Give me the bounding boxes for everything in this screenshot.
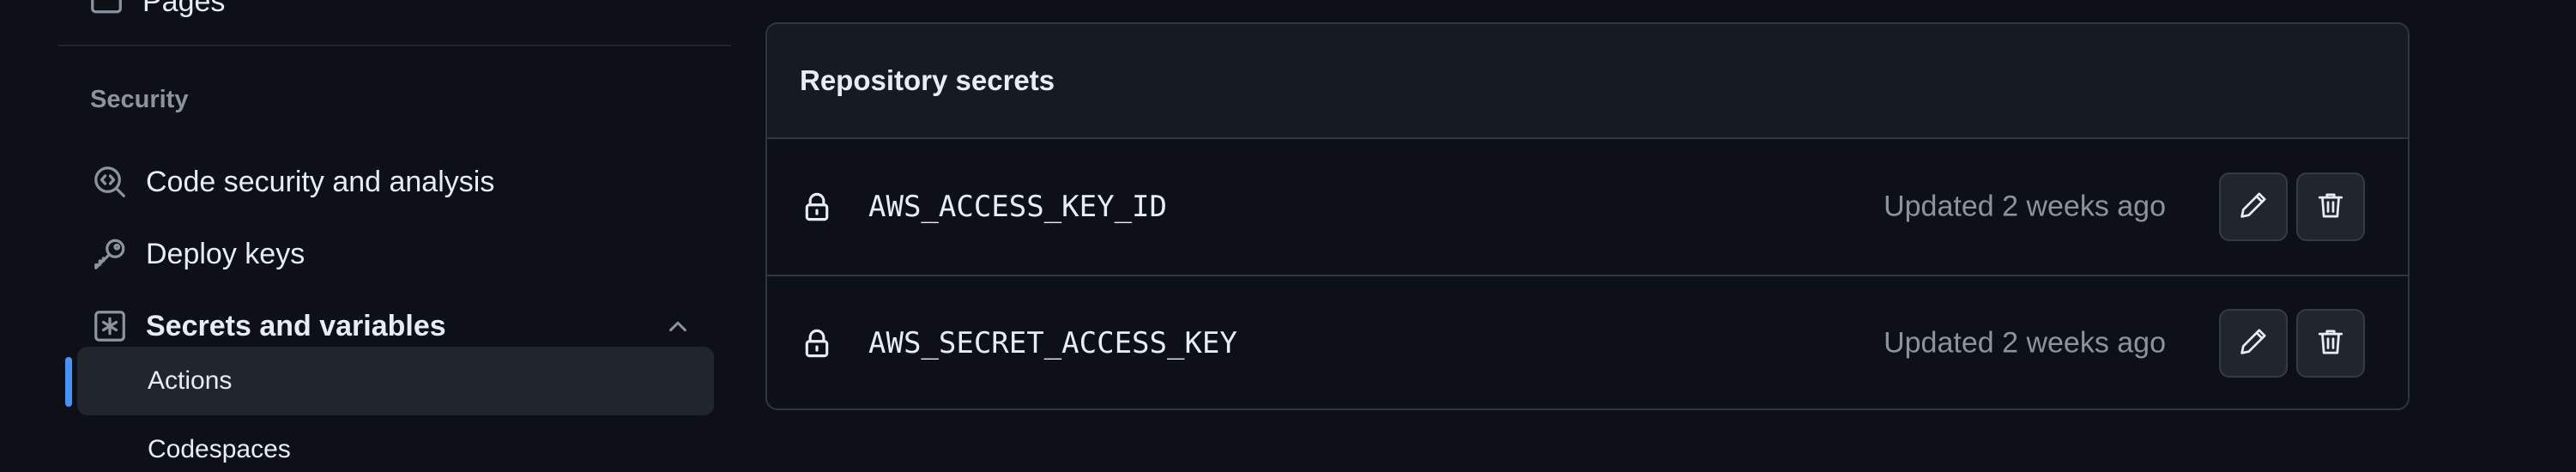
settings-sidebar: Pages Security Code security and analysi… — [58, 0, 731, 472]
sidebar-subitem-actions[interactable]: Actions — [65, 347, 714, 415]
pencil-icon — [2239, 191, 2268, 224]
sidebar-item-label: Deploy keys — [146, 237, 305, 270]
chevron-up-icon[interactable] — [662, 311, 693, 342]
sidebar-item-pages[interactable]: Pages — [89, 0, 225, 19]
sidebar-item-label: Pages — [142, 0, 226, 18]
sidebar-subitem-label: Codespaces — [148, 435, 291, 463]
edit-secret-button[interactable] — [2219, 172, 2288, 241]
secret-updated-time: Updated 2 weeks ago — [1884, 190, 2166, 223]
repository-secrets-panel: Repository secrets AWS_ACCESS_KEY_ID Upd… — [765, 22, 2410, 410]
settings-page: Pages Security Code security and analysi… — [0, 0, 2576, 472]
sidebar-section-heading: Security — [90, 86, 189, 113]
active-indicator — [65, 357, 72, 407]
sidebar-divider — [58, 45, 731, 46]
delete-secret-button[interactable] — [2296, 172, 2365, 241]
secret-row: AWS_ACCESS_KEY_ID Updated 2 weeks ago — [767, 139, 2408, 275]
sidebar-subitem-label: Actions — [148, 366, 233, 395]
edit-secret-button[interactable] — [2219, 309, 2288, 378]
key-asterisk-icon — [93, 309, 127, 343]
panel-title: Repository secrets — [800, 64, 1055, 96]
panel-header: Repository secrets — [767, 24, 2408, 139]
pencil-icon — [2239, 327, 2268, 360]
codescan-icon — [93, 165, 127, 199]
browser-icon — [89, 0, 124, 21]
secret-name: AWS_SECRET_ACCESS_KEY — [868, 326, 1237, 360]
sidebar-subitem-codespaces[interactable]: Codespaces — [77, 415, 714, 472]
delete-secret-button[interactable] — [2296, 309, 2365, 378]
secret-name: AWS_ACCESS_KEY_ID — [868, 190, 1167, 224]
sidebar-item-label: Secrets and variables — [146, 309, 446, 342]
lock-icon — [800, 190, 834, 224]
trash-icon — [2316, 191, 2345, 224]
secret-updated-time: Updated 2 weeks ago — [1884, 326, 2166, 360]
trash-icon — [2316, 327, 2345, 360]
sidebar-item-deploy-keys[interactable]: Deploy keys — [76, 220, 714, 288]
key-icon — [93, 237, 127, 271]
sidebar-item-label: Code security and analysis — [146, 165, 495, 198]
lock-icon — [800, 326, 834, 360]
secret-row: AWS_SECRET_ACCESS_KEY Updated 2 weeks ag… — [767, 275, 2408, 408]
sidebar-item-code-security[interactable]: Code security and analysis — [76, 148, 714, 216]
